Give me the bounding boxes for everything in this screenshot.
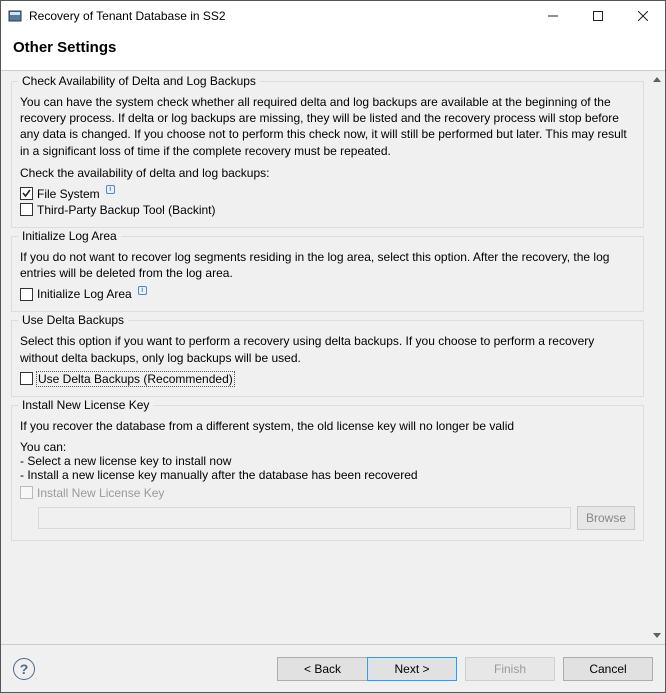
file-system-label: File System (37, 187, 100, 201)
cancel-button[interactable]: Cancel (563, 657, 653, 681)
group-initialize-log: Initialize Log Area If you do not want t… (11, 236, 644, 312)
license-path-field (38, 507, 571, 529)
group-title: Use Delta Backups (18, 313, 128, 327)
initialize-log-checkbox[interactable] (20, 288, 33, 301)
window-titlebar: Recovery of Tenant Database in SS2 (1, 1, 665, 31)
license-you-can: You can: (20, 440, 635, 454)
wizard-footer: ? < Back Next > Finish Cancel (1, 644, 665, 692)
group-use-delta: Use Delta Backups Select this option if … (11, 320, 644, 396)
scroll-track[interactable] (648, 88, 665, 627)
scroll-down-button[interactable] (648, 627, 665, 644)
use-delta-checkbox[interactable] (20, 372, 33, 385)
app-icon (7, 8, 23, 24)
group-title: Install New License Key (18, 398, 153, 412)
finish-button: Finish (465, 657, 555, 681)
group-description: Select this option if you want to perfor… (20, 333, 635, 365)
group-description: If you recover the database from a diffe… (20, 418, 635, 434)
info-icon[interactable]: i (106, 185, 115, 194)
check-availability-prompt: Check the availability of delta and log … (20, 165, 635, 181)
group-description: If you do not want to recover log segmen… (20, 249, 635, 281)
initialize-log-label: Initialize Log Area (37, 287, 132, 301)
file-system-checkbox[interactable] (20, 187, 33, 200)
install-license-label: Install New License Key (37, 486, 164, 500)
page-title: Other Settings (13, 39, 653, 56)
minimize-button[interactable] (530, 1, 575, 31)
backint-label: Third-Party Backup Tool (Backint) (37, 203, 216, 217)
wizard-content: Check Availability of Delta and Log Back… (1, 71, 648, 644)
group-description: You can have the system check whether al… (20, 94, 635, 159)
window-title: Recovery of Tenant Database in SS2 (29, 9, 226, 23)
back-button[interactable]: < Back (277, 657, 367, 681)
group-check-availability: Check Availability of Delta and Log Back… (11, 81, 644, 228)
license-bullet-2: - Install a new license key manually aft… (20, 468, 635, 482)
maximize-button[interactable] (575, 1, 620, 31)
wizard-header: Other Settings (1, 31, 665, 70)
group-title: Initialize Log Area (18, 229, 121, 243)
license-options-text: You can: - Select a new license key to i… (20, 440, 635, 482)
close-button[interactable] (620, 1, 665, 31)
browse-button: Browse (577, 506, 635, 530)
info-icon[interactable]: i (138, 286, 147, 295)
group-license: Install New License Key If you recover t… (11, 405, 644, 541)
install-license-checkbox (20, 486, 33, 499)
next-button[interactable]: Next > (367, 657, 457, 681)
scroll-up-button[interactable] (648, 71, 665, 88)
backint-checkbox[interactable] (20, 203, 33, 216)
group-title: Check Availability of Delta and Log Back… (18, 74, 260, 88)
license-bullet-1: - Select a new license key to install no… (20, 454, 635, 468)
use-delta-label: Use Delta Backups (Recommended) (37, 372, 234, 386)
help-icon[interactable]: ? (13, 658, 35, 680)
vertical-scrollbar[interactable] (648, 71, 665, 644)
